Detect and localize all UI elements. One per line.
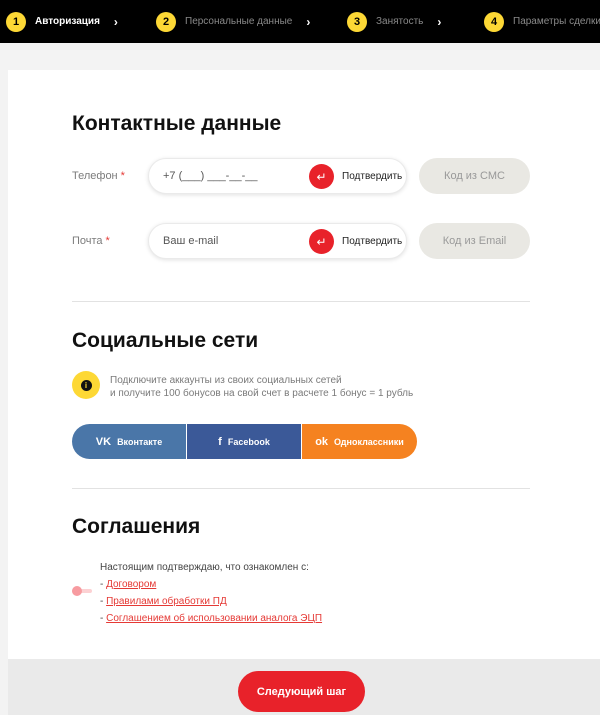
form-footer: Следующий шаг xyxy=(8,659,600,715)
email-submit-button[interactable]: ↵ xyxy=(309,229,334,254)
required-mark: * xyxy=(120,170,125,182)
social-note: Подключите аккаунты из своих социальных … xyxy=(110,374,413,400)
facebook-icon: f xyxy=(218,435,222,448)
step-personal-data[interactable]: 2 Персональные данные › xyxy=(156,0,310,43)
info-icon: i xyxy=(72,371,100,399)
section-divider xyxy=(72,301,530,302)
email-code-input[interactable]: Код из Email xyxy=(419,223,530,259)
phone-field: ↵ Подтвердить xyxy=(148,158,407,194)
odnoklassniki-icon: ok xyxy=(315,435,329,448)
agreement-item: - Договором xyxy=(100,576,322,593)
data-processing-rules-link[interactable]: Правилами обработки ПД xyxy=(106,596,227,607)
step-number: 3 xyxy=(347,11,367,32)
info-glyph: i xyxy=(80,379,92,391)
step-authorization[interactable]: 1 Авторизация › xyxy=(6,0,118,43)
odnoklassniki-connect-button[interactable]: ok Одноклассники xyxy=(302,424,417,459)
vk-connect-button[interactable]: VK Вконтакте xyxy=(72,424,186,459)
social-note-line: и получите 100 бонусов на свой счет в ра… xyxy=(110,388,414,399)
step-number: 1 xyxy=(6,11,26,32)
contacts-title: Контактные данные xyxy=(72,112,282,135)
phone-submit-button[interactable]: ↵ xyxy=(309,164,334,189)
email-input[interactable] xyxy=(163,235,303,247)
step-deal-parameters[interactable]: 4 Параметры сделки xyxy=(484,0,600,43)
step-label: Персональные данные xyxy=(185,16,293,27)
vk-label: Вконтакте xyxy=(117,436,163,447)
progress-stepper: 1 Авторизация › 2 Персональные данные › … xyxy=(0,0,600,43)
contract-link[interactable]: Договором xyxy=(106,579,156,590)
step-number: 2 xyxy=(156,11,176,32)
required-mark: * xyxy=(105,235,110,247)
social-title: Социальные сети xyxy=(72,329,259,352)
sms-code-input[interactable]: Код из СМС xyxy=(419,158,530,194)
agreements-title: Соглашения xyxy=(72,515,201,538)
step-label: Занятость xyxy=(376,16,424,27)
chevron-right-icon: › xyxy=(113,14,118,29)
chevron-right-icon: › xyxy=(437,14,442,29)
phone-input[interactable] xyxy=(163,170,303,182)
enter-arrow-icon: ↵ xyxy=(316,169,327,184)
section-divider xyxy=(72,488,530,489)
facebook-label: Facebook xyxy=(227,436,270,447)
agreement-toggle[interactable] xyxy=(72,586,92,596)
agreement-intro: Настоящим подтверждаю, что ознакомлен с: xyxy=(100,562,309,573)
agreement-item: - Правилами обработки ПД xyxy=(100,593,322,610)
step-label: Параметры сделки xyxy=(513,16,600,27)
step-employment[interactable]: 3 Занятость › xyxy=(347,0,441,43)
step-number: 4 xyxy=(484,11,504,32)
email-label-text: Почта xyxy=(72,235,103,247)
email-field: ↵ Подтвердить xyxy=(148,223,407,259)
chevron-right-icon: › xyxy=(306,14,311,29)
phone-label: Телефон * xyxy=(72,170,125,182)
facebook-connect-button[interactable]: f Facebook xyxy=(187,424,301,459)
odnoklassniki-label: Одноклассники xyxy=(334,436,404,447)
email-confirm-button[interactable]: Подтвердить xyxy=(342,224,402,260)
social-note-line: Подключите аккаунты из своих социальных … xyxy=(110,375,342,386)
agreement-text: Настоящим подтверждаю, что ознакомлен с:… xyxy=(100,559,322,627)
phone-confirm-button[interactable]: Подтвердить xyxy=(342,159,402,195)
social-buttons: VK Вконтакте f Facebook ok Одноклассники xyxy=(72,424,417,459)
step-label: Авторизация xyxy=(35,16,100,27)
vk-icon: VK xyxy=(95,435,112,448)
agreement-item: - Соглашением об использовании аналога Э… xyxy=(100,610,322,627)
phone-label-text: Телефон xyxy=(72,170,118,182)
email-label: Почта * xyxy=(72,235,110,247)
form-card: Контактные данные Телефон* ↵ Подтвердить… xyxy=(8,70,600,715)
next-step-button[interactable]: Следующий шаг xyxy=(238,671,365,712)
toggle-knob xyxy=(72,586,82,596)
e-signature-agreement-link[interactable]: Соглашением об использовании аналога ЭЦП xyxy=(106,613,322,624)
enter-arrow-icon: ↵ xyxy=(316,234,327,249)
